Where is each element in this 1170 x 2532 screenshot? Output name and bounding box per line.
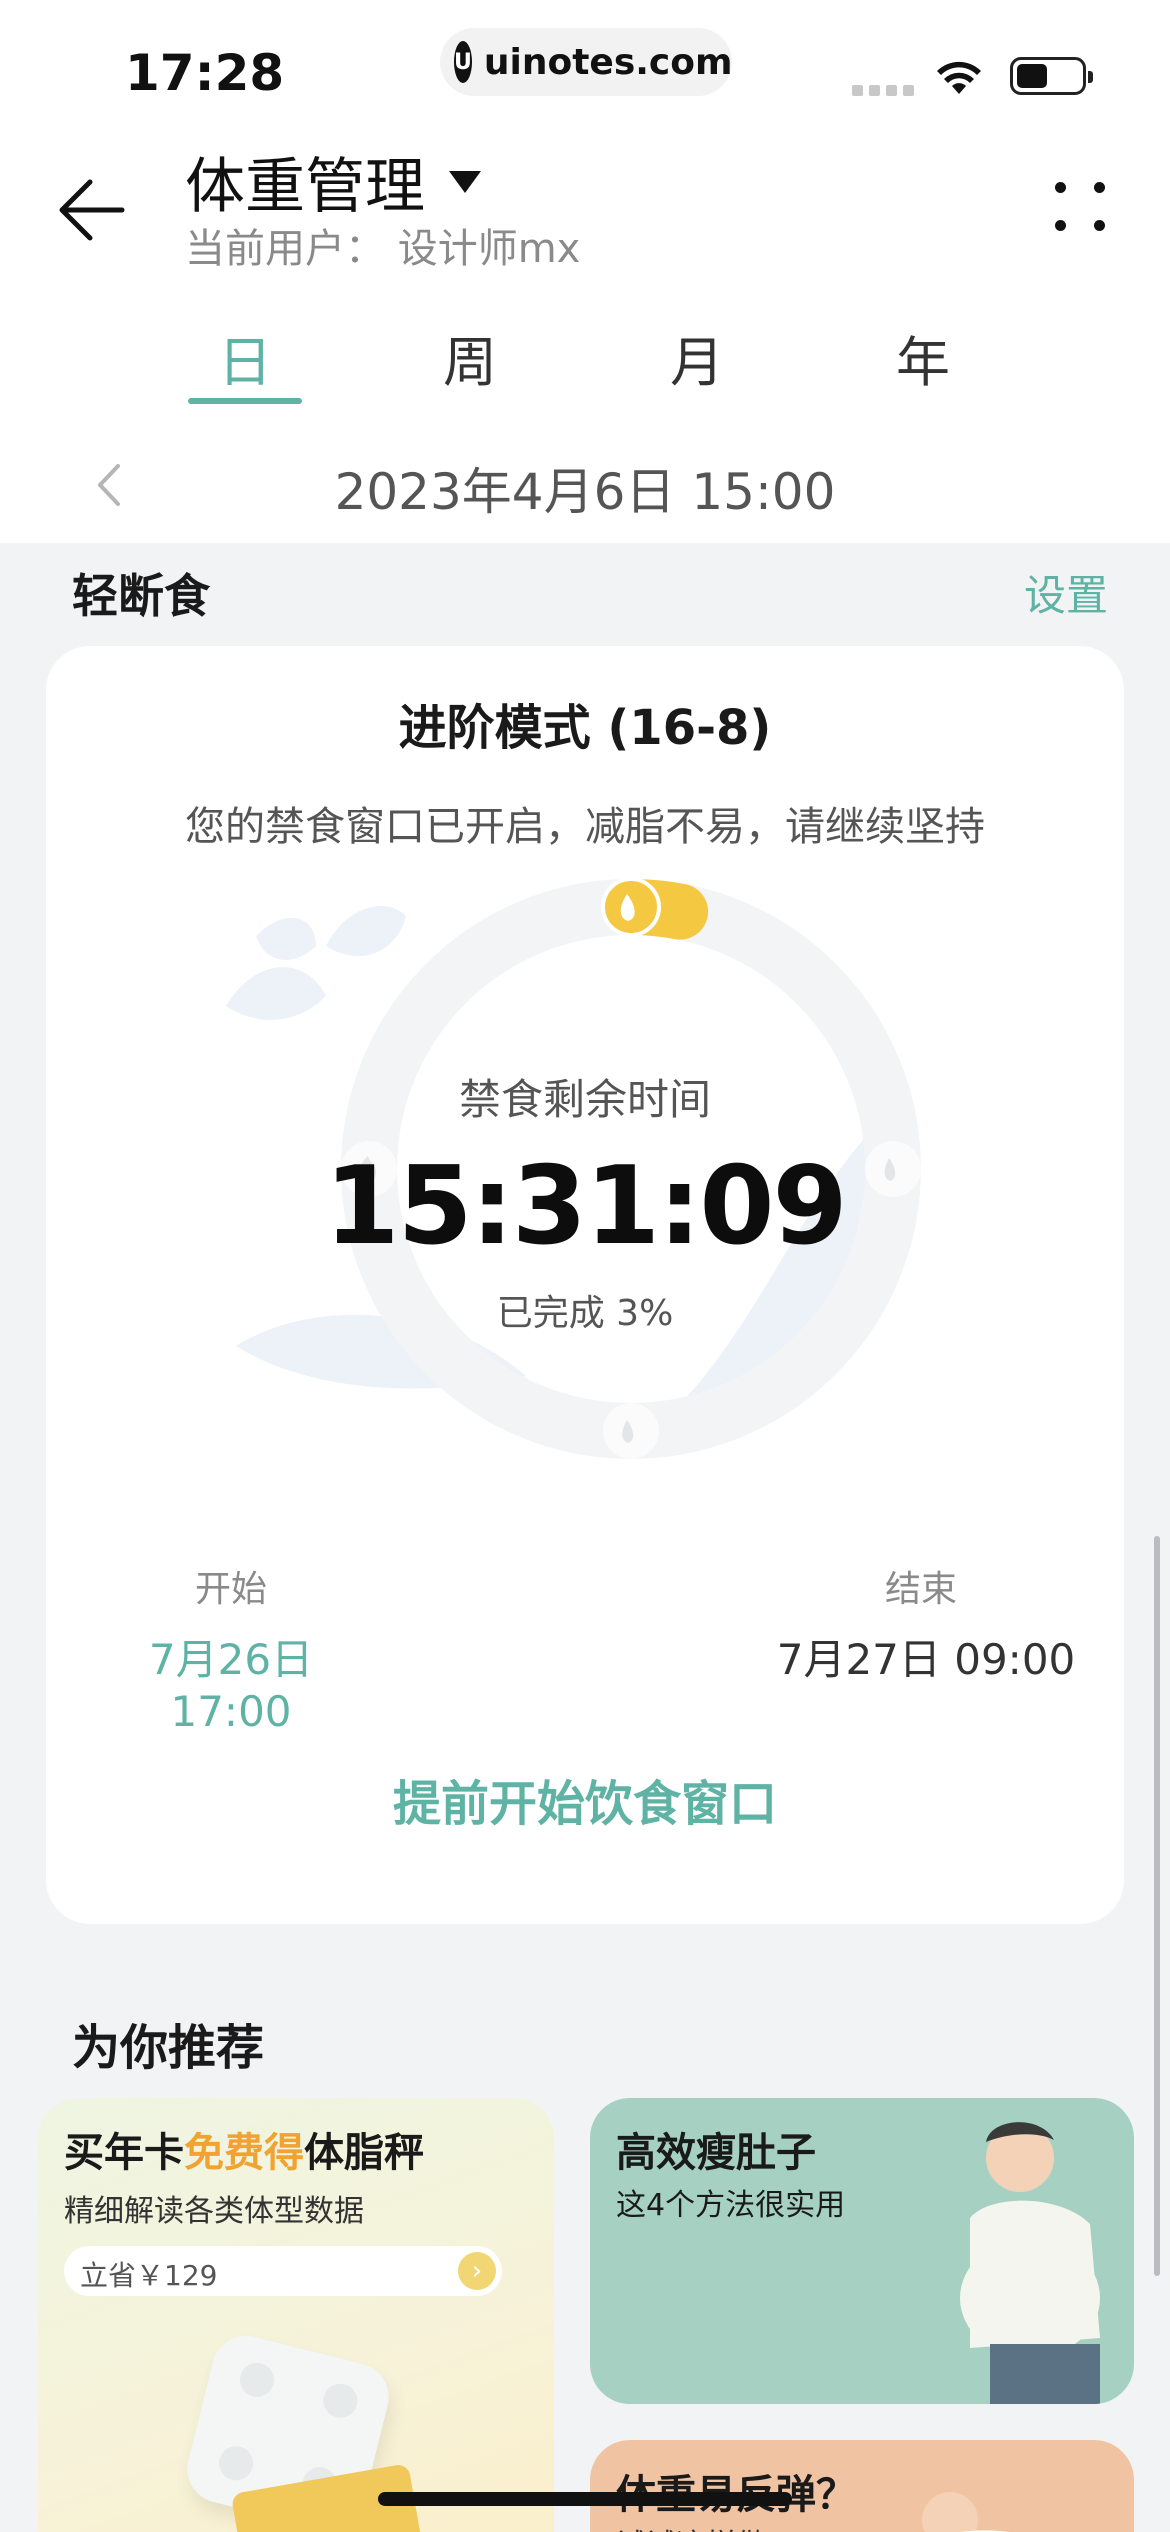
promo-subtitle: 这4个方法很实用 bbox=[616, 2188, 846, 2223]
status-time: 17:28 bbox=[125, 44, 285, 102]
more-options-icon[interactable] bbox=[1050, 172, 1110, 242]
tab-month[interactable]: 月 bbox=[627, 318, 767, 397]
url-text: uinotes.com bbox=[483, 41, 733, 83]
progress-indicator-icon bbox=[601, 877, 709, 940]
wifi-icon bbox=[937, 61, 981, 94]
site-logo-icon: U bbox=[454, 41, 472, 83]
fasting-message: 您的禁食窗口已开启，减脂不易，请继续坚持 bbox=[185, 804, 985, 850]
period-tabs: 日 周 月 年 bbox=[0, 318, 1170, 408]
progress-text: 已完成 3% bbox=[496, 1293, 674, 1334]
promo-subtitle: 试试这样做 bbox=[616, 2520, 766, 2532]
remaining-label: 禁食剩余时间 bbox=[458, 1075, 711, 1124]
promo-card-scale[interactable]: 买年卡免费得体脂秤 精细解读各类体型数据 立省￥129 › bbox=[38, 2098, 554, 2532]
home-indicator[interactable] bbox=[378, 2492, 792, 2506]
end-time: 7月27日 09:00 bbox=[776, 1635, 1076, 1684]
tab-year[interactable]: 年 bbox=[853, 318, 993, 397]
page-title[interactable]: 体重管理 bbox=[185, 138, 481, 225]
tab-week[interactable]: 周 bbox=[400, 318, 540, 397]
current-user: 当前用户： 设计师mx bbox=[185, 226, 581, 272]
start-eating-early-button[interactable]: 提前开始饮食窗口 bbox=[346, 1764, 824, 1834]
remaining-time: 15:31:09 bbox=[324, 1144, 847, 1269]
tab-day[interactable]: 日 bbox=[175, 318, 315, 397]
cellular-signal-icon bbox=[852, 85, 914, 96]
promo-card-belly[interactable]: 高效瘦肚子 这4个方法很实用 bbox=[590, 2098, 1134, 2404]
exercise-illustration-icon bbox=[922, 2492, 1009, 2532]
end-label: 结束 bbox=[884, 1569, 957, 1610]
current-date: 2023年4月6日 15:00 bbox=[334, 463, 836, 521]
active-tab-indicator bbox=[188, 398, 302, 404]
promo-savings-pill[interactable]: 立省￥129 › bbox=[64, 2246, 502, 2296]
fasting-settings-link[interactable]: 设置 bbox=[1024, 562, 1108, 623]
start-time: 7月26日 17:00 bbox=[148, 1635, 314, 1736]
start-label: 开始 bbox=[194, 1569, 267, 1610]
chevron-right-icon: › bbox=[458, 2252, 496, 2290]
promo-subtitle: 精细解读各类体型数据 bbox=[64, 2194, 364, 2229]
back-arrow-icon[interactable] bbox=[52, 170, 132, 250]
url-pill[interactable]: U uinotes.com bbox=[440, 28, 733, 96]
dropdown-caret-icon bbox=[449, 170, 481, 193]
promo-card-rebound[interactable]: 体重易反弹？ 试试这样做 bbox=[590, 2440, 1134, 2532]
fasting-section-title: 轻断食 bbox=[72, 569, 210, 623]
fasting-mode: 进阶模式 (16-8) bbox=[398, 700, 772, 756]
date-navigator: 2023年4月6日 15:00 bbox=[0, 450, 1170, 521]
promo-title: 买年卡免费得体脂秤 bbox=[64, 2130, 424, 2176]
scrollbar[interactable] bbox=[1154, 1536, 1160, 2276]
savings-text: 立省￥129 bbox=[80, 2259, 218, 2292]
page-title-text: 体重管理 bbox=[185, 152, 425, 222]
promo-title: 体重易反弹？ bbox=[616, 2462, 856, 2520]
fasting-card: 进阶模式 (16-8) 您的禁食窗口已开启，减脂不易，请继续坚持 禁食剩余时间 … bbox=[46, 646, 1124, 1924]
man-illustration-icon bbox=[960, 2122, 1100, 2404]
recommend-title: 为你推荐 bbox=[72, 2020, 265, 2076]
battery-icon bbox=[1010, 57, 1093, 95]
promo-title: 高效瘦肚子 bbox=[616, 2130, 816, 2176]
